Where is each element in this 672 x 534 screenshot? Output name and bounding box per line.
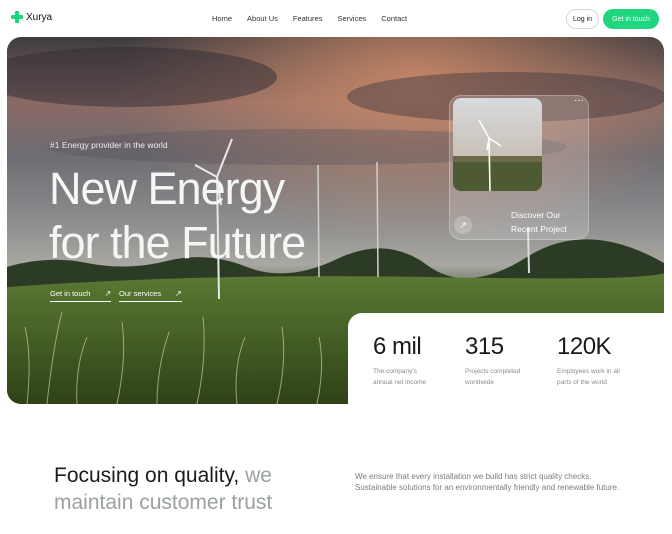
stat-description-line: Employees work in all (557, 368, 620, 375)
plus-logo-icon (11, 11, 23, 23)
hero-headline-line-2: for the Future (49, 217, 306, 268)
get-in-touch-button[interactable]: Get in touch (603, 9, 659, 29)
hero-link-label: Our services (119, 289, 162, 298)
stat-description-line: annual net income (373, 379, 427, 386)
hero-headline-line-1: New Energy (49, 163, 285, 214)
stat-description-line: The company's (373, 368, 417, 375)
hero-get-in-touch-link[interactable]: Get in touch ↗ (50, 289, 112, 302)
stat-description: The company's annual net income (373, 366, 453, 388)
hero-headline: New Energy for the Future (49, 162, 306, 270)
nav-item-contact[interactable]: Contact (381, 14, 407, 23)
stat-description-line: Projects completed (465, 368, 521, 375)
nav-item-features[interactable]: Features (293, 14, 323, 23)
arrow-up-right-icon: ↗ (104, 289, 112, 298)
brand-name: Xurya (26, 11, 53, 23)
arrow-up-right-icon[interactable]: ↗ (454, 216, 472, 234)
quality-heading-muted: we (245, 464, 272, 487)
stat-value: 315 (465, 333, 504, 360)
quality-heading-muted: maintain customer trust (54, 491, 273, 514)
brand-logo[interactable]: Xurya (11, 11, 52, 23)
arrow-up-right-icon: ↗ (175, 289, 182, 298)
stat-description-line: parts of the world (557, 379, 607, 386)
quality-description: We ensure that every installation we bui… (355, 472, 620, 492)
main-menu: Home About Us Features Services Contact (212, 14, 422, 23)
stat-projects: 315 Projects completed worldwide (465, 332, 545, 388)
stat-value: 120K (557, 333, 612, 360)
stat-description-line: worldwide (465, 379, 494, 386)
nav-item-about-us[interactable]: About Us (247, 14, 278, 23)
hero-our-services-link[interactable]: Our services ↗ (119, 289, 182, 302)
nav-item-home[interactable]: Home (212, 14, 232, 23)
quality-heading: Focusing on quality, we maintain custome… (54, 462, 334, 516)
hero-link-label: Get in touch (50, 289, 91, 298)
stat-annual-income: 6 mil The company's annual net income (373, 332, 453, 388)
project-thumbnail-image (453, 98, 542, 191)
stat-employees: 120K Employees work in all parts of the … (557, 332, 637, 388)
login-button[interactable]: Log in (566, 9, 599, 29)
top-navigation: Xurya Home About Us Features Services Co… (0, 0, 672, 37)
stat-description: Employees work in all parts of the world (557, 366, 637, 388)
project-card-title: Discover Our Recent Project (511, 210, 567, 234)
quality-heading-dark: Focusing on quality, (54, 464, 240, 487)
nav-item-services[interactable]: Services (337, 14, 366, 23)
hero-tagline: #1 Energy provider in the world (50, 140, 168, 150)
more-horizontal-icon[interactable]: ··· (574, 95, 584, 106)
stat-description: Projects completed worldwide (465, 366, 545, 388)
stat-value: 6 mil (373, 333, 422, 360)
